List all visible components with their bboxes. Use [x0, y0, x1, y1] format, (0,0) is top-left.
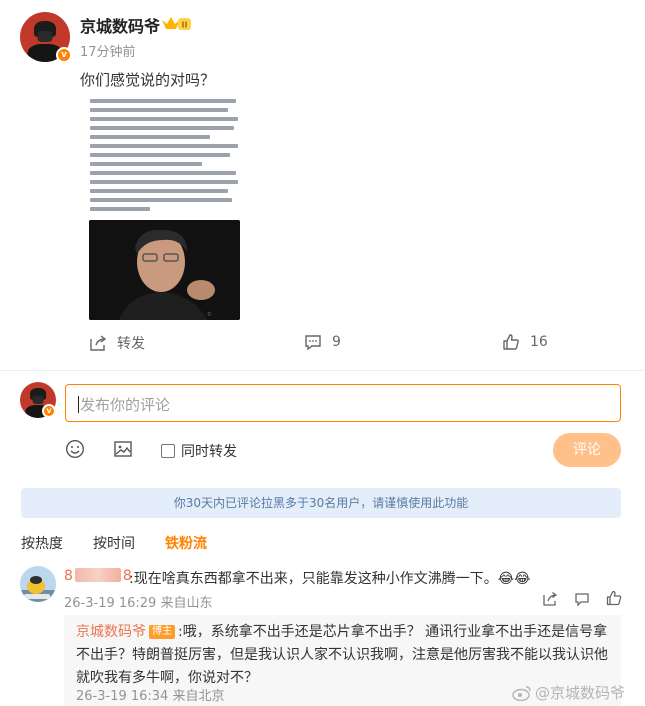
- weibo-watermark: @京城数码爷: [512, 682, 625, 703]
- section-divider: [0, 370, 645, 371]
- emoji-icon[interactable]: [65, 439, 85, 459]
- author-name[interactable]: 京城数码爷: [80, 13, 160, 37]
- verified-badge-icon: v: [42, 404, 56, 418]
- sort-tab-fans[interactable]: 铁粉流: [165, 533, 207, 553]
- repost-label: 转发: [117, 336, 145, 352]
- comment-placeholder: 发布你的评论: [80, 396, 171, 414]
- post-time: 17分钟前: [80, 45, 136, 60]
- comment-count: 9: [332, 334, 341, 350]
- thumbs-up-icon: [503, 334, 519, 350]
- blurred-username: [74, 568, 121, 582]
- checkbox-box[interactable]: [161, 444, 175, 458]
- comment-text: :现在啥真东西都拿不出来，只能靠发这种小作文沸腾一下。😂😂: [129, 571, 531, 587]
- repost-button[interactable]: 转发: [89, 333, 145, 353]
- thumbs-up-icon[interactable]: [606, 590, 622, 606]
- post-image[interactable]: ©: [86, 95, 243, 324]
- blacklist-notice: 你30天内已评论拉黑多于30名用户，请谨慎使用此功能: [21, 488, 621, 518]
- blogger-badge: 博主: [149, 625, 175, 639]
- text-caret: [78, 396, 79, 413]
- watermark-text: @京城数码爷: [535, 684, 626, 702]
- share-icon[interactable]: [542, 591, 558, 607]
- sort-tab-time[interactable]: 按时间: [93, 533, 135, 553]
- comment-icon: [305, 335, 321, 351]
- vip-crown-icon: II: [162, 17, 191, 30]
- repost-checkbox-label: 同时转发: [181, 444, 237, 460]
- svg-text:II: II: [182, 21, 188, 30]
- weibo-logo-icon: [512, 685, 531, 701]
- post-text: 你们感觉说的对吗？: [80, 71, 216, 89]
- share-icon: [90, 335, 107, 351]
- like-button[interactable]: 16: [502, 333, 548, 351]
- speaker-photo: ©: [89, 220, 240, 320]
- image-upload-icon[interactable]: [113, 439, 133, 459]
- commenter-avatar[interactable]: [20, 566, 56, 602]
- commenter-name[interactable]: 88: [64, 568, 132, 584]
- post-action-bar: 转发 9 16: [0, 333, 645, 357]
- reply-meta: 26-3-19 16:34 来自北京: [76, 689, 225, 704]
- comment-icon[interactable]: [574, 591, 590, 607]
- comment-input[interactable]: 发布你的评论: [65, 384, 621, 422]
- svg-text:©: ©: [207, 311, 212, 318]
- repost-checkbox[interactable]: 同时转发: [161, 441, 237, 461]
- submit-comment-button[interactable]: 评论: [553, 433, 621, 467]
- comment-meta: 26-3-19 16:29 来自山东: [64, 596, 213, 611]
- verified-badge-icon: v: [56, 47, 72, 63]
- comment-button[interactable]: 9: [304, 333, 341, 351]
- like-count: 16: [530, 334, 548, 350]
- commenter-name-prefix: 8: [64, 568, 73, 584]
- reply-content: 京城数码爷 博主:哦，系统拿不出手还是芯片拿不出手？ 通讯行业拿不出手还是信号拿不…: [76, 621, 616, 690]
- reply-author[interactable]: 京城数码爷: [76, 624, 146, 640]
- sort-tab-hot[interactable]: 按热度: [21, 533, 63, 553]
